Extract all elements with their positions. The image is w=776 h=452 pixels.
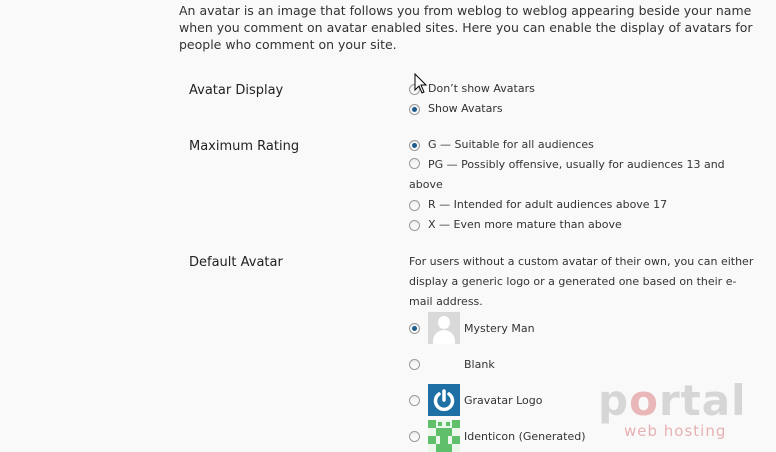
option-label: Gravatar Logo (464, 393, 543, 407)
radio-button-checked[interactable] (409, 103, 420, 115)
radio-button[interactable] (409, 219, 420, 231)
default-avatar-description: For users without a custom avatar of the… (409, 255, 754, 308)
option-label: Mystery Man (464, 321, 535, 335)
default-avatar-option-mystery-man[interactable]: Mystery Man (409, 312, 535, 344)
rating-option-r[interactable]: R — Intended for adult audiences above 1… (409, 195, 667, 215)
option-label: Don’t show Avatars (428, 82, 535, 95)
option-label: X — Even more mature than above (428, 218, 622, 231)
option-label: PG — Possibly offensive, usually for aud… (409, 158, 725, 191)
radio-button[interactable] (409, 358, 420, 370)
radio-button[interactable] (409, 158, 420, 169)
identicon-icon (428, 420, 460, 452)
gravatar-logo-icon (428, 384, 460, 416)
default-avatar-option-gravatar-logo[interactable]: Gravatar Logo (409, 384, 543, 416)
radio-button-checked[interactable] (409, 322, 420, 334)
radio-button[interactable] (409, 199, 420, 211)
blank-icon (428, 348, 460, 380)
mouse-cursor-icon (414, 73, 428, 94)
radio-button-checked[interactable] (409, 139, 420, 151)
portal-web-hosting-watermark: portal web hosting (598, 376, 747, 441)
rating-option-g[interactable]: G — Suitable for all audiences (409, 135, 594, 155)
avatar-display-label: Avatar Display (189, 83, 284, 98)
radio-button[interactable] (409, 394, 420, 406)
default-avatar-option-identicon[interactable]: Identicon (Generated) (409, 420, 586, 452)
option-label: Blank (464, 357, 495, 371)
option-label: R — Intended for adult audiences above 1… (428, 198, 668, 211)
option-label: Identicon (Generated) (464, 429, 586, 443)
rating-option-x[interactable]: X — Even more mature than above (409, 215, 622, 235)
avatars-intro-text: An avatar is an image that follows you f… (179, 3, 753, 52)
rating-option-pg[interactable]: PG — Possibly offensive, usually for aud… (409, 155, 749, 195)
maximum-rating-label: Maximum Rating (189, 139, 300, 154)
avatar-display-option-show[interactable]: Show Avatars (409, 99, 503, 119)
mystery-man-icon (428, 312, 460, 344)
default-avatar-option-blank[interactable]: Blank (409, 348, 495, 380)
radio-button[interactable] (409, 430, 420, 442)
option-label: G — Suitable for all audiences (428, 138, 594, 151)
default-avatar-label: Default Avatar (189, 255, 283, 270)
option-label: Show Avatars (428, 102, 503, 115)
